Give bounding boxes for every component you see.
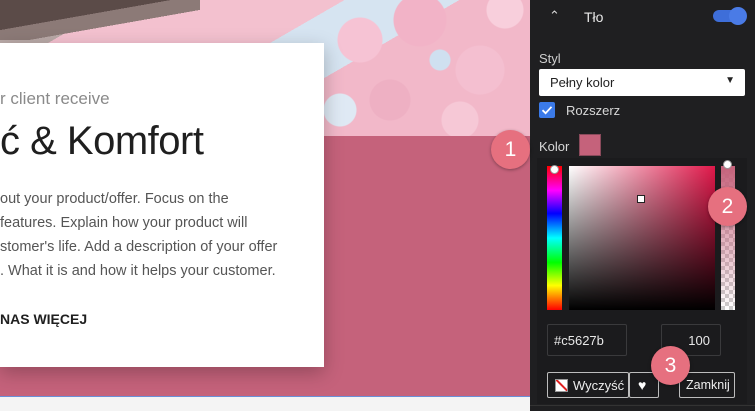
- close-picker-button[interactable]: Zamknij: [679, 372, 735, 398]
- section-title: Tło: [584, 9, 604, 25]
- saturation-value-handle[interactable]: [637, 195, 645, 203]
- card-description-line: stomer's life. Add a description of your…: [0, 239, 278, 255]
- heart-icon: ♥: [638, 377, 647, 393]
- style-label: Styl: [539, 51, 561, 66]
- website-canvas: r client receive ć & Komfort out your pr…: [0, 0, 530, 411]
- caret-down-icon: ▼: [725, 75, 735, 86]
- card-description-line: out your product/offer. Focus on the: [0, 191, 229, 207]
- hex-color-input[interactable]: [547, 324, 627, 356]
- section-header[interactable]: ⌃ Tło: [530, 0, 755, 34]
- card-description: out your product/offer. Focus on the fea…: [0, 187, 300, 283]
- style-select[interactable]: Pełny kolor ▼: [539, 69, 745, 96]
- clear-color-button[interactable]: Wyczyść: [547, 372, 629, 398]
- expand-checkbox[interactable]: [539, 102, 555, 118]
- hue-slider-handle[interactable]: [550, 165, 559, 174]
- no-color-icon: [555, 379, 568, 392]
- card-description-line: features. Explain how your product will: [0, 215, 248, 231]
- expand-label[interactable]: Rozszerz: [566, 103, 620, 118]
- next-section-strip: [0, 397, 530, 411]
- card-description-line: . What it is and how it helps your custo…: [0, 263, 276, 279]
- panel-divider: [530, 405, 755, 406]
- clear-color-label: Wyczyść: [573, 378, 625, 393]
- color-swatch[interactable]: [579, 134, 601, 156]
- opacity-slider-handle[interactable]: [723, 160, 732, 169]
- annotation-badge-3: 3: [651, 346, 690, 385]
- card-subtitle: r client receive: [0, 89, 110, 108]
- checkmark-icon: [541, 106, 553, 115]
- color-label: Kolor: [539, 139, 570, 154]
- style-select-value: Pełny kolor: [550, 75, 615, 90]
- chevron-up-icon[interactable]: ⌃: [549, 8, 560, 24]
- close-picker-label: Zamknij: [686, 378, 730, 392]
- annotation-badge-2: 2: [708, 187, 747, 226]
- saturation-value-area[interactable]: [569, 166, 715, 310]
- card-title: ć & Komfort: [0, 119, 204, 163]
- branch-image-detail: [0, 0, 200, 40]
- annotation-badge-1: 1: [491, 130, 530, 169]
- content-card[interactable]: r client receive ć & Komfort out your pr…: [0, 43, 324, 367]
- learn-more-link[interactable]: NAS WIĘCEJ: [0, 311, 87, 327]
- hue-slider[interactable]: [547, 166, 562, 310]
- toggle-knob[interactable]: [729, 7, 747, 25]
